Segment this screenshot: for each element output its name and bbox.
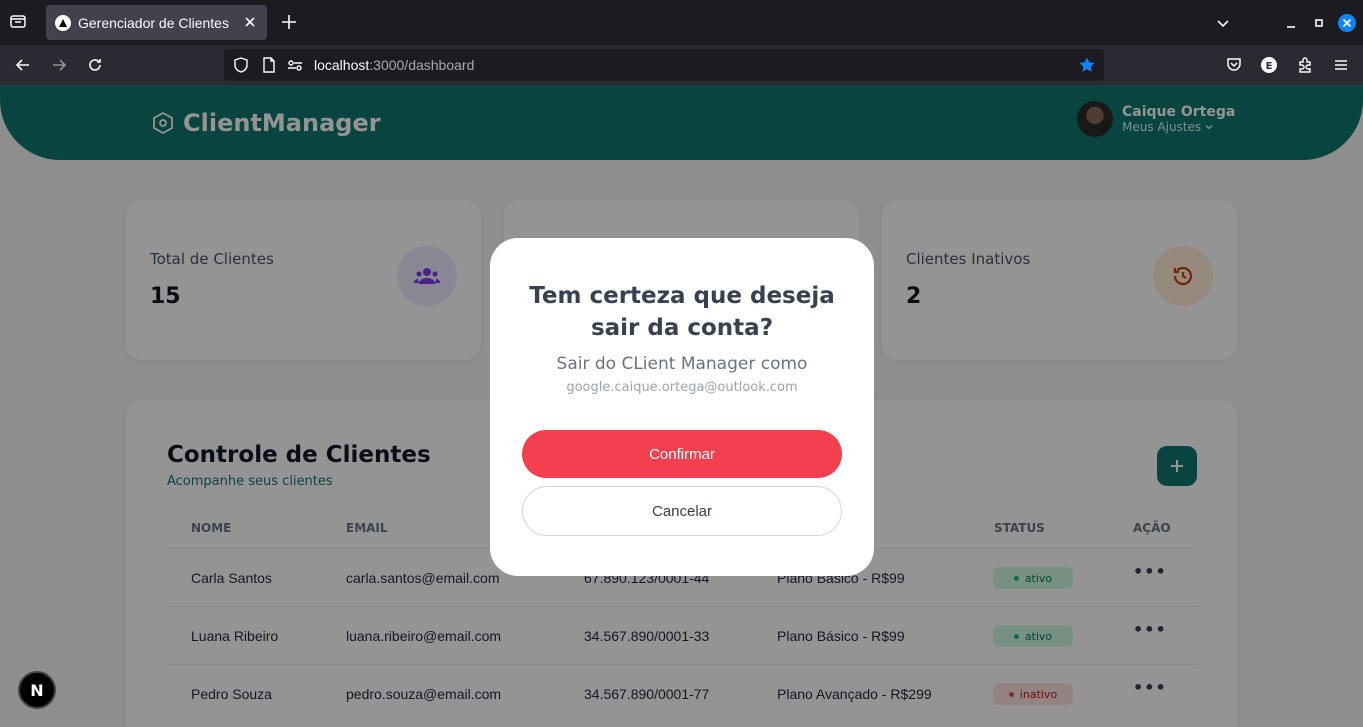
extensions-puzzle-icon[interactable] [1293, 54, 1317, 76]
menu-hamburger-icon[interactable] [1329, 54, 1353, 76]
shield-icon[interactable] [232, 56, 250, 74]
dialog-title: Tem certeza que deseja sair da conta? [529, 283, 835, 341]
tab-overflow-chevron-icon[interactable] [1209, 9, 1237, 37]
forward-icon[interactable] [47, 54, 71, 76]
extension-e-icon[interactable]: E [1257, 54, 1281, 76]
pocket-icon[interactable] [1222, 54, 1246, 76]
browser-navbar: localhost:3000/dashboard E [0, 45, 1363, 85]
svg-text:E: E [1266, 61, 1273, 72]
tab-list-icon[interactable] [8, 11, 30, 33]
tab-title: Gerenciador de Clientes [78, 14, 229, 31]
close-window-icon[interactable] [1333, 9, 1361, 37]
back-icon[interactable] [11, 54, 35, 76]
url-bar[interactable]: localhost:3000/dashboard [224, 49, 1104, 81]
url-text: localhost:3000/dashboard [314, 57, 475, 73]
nextjs-dev-indicator[interactable]: N [18, 671, 56, 709]
browser-tab-active[interactable]: Gerenciador de Clientes [46, 5, 267, 40]
logout-confirm-dialog: Tem certeza que deseja sair da conta? Sa… [490, 238, 874, 576]
new-tab-icon[interactable] [279, 11, 299, 33]
minimize-icon[interactable] [1277, 9, 1305, 37]
reload-icon[interactable] [83, 54, 107, 76]
page-icon[interactable] [260, 56, 278, 74]
permissions-icon[interactable] [286, 56, 304, 74]
confirm-button[interactable]: Confirmar [522, 430, 842, 478]
bookmark-star-icon[interactable] [1078, 56, 1096, 74]
nextjs-favicon-icon [55, 14, 71, 31]
cancel-button[interactable]: Cancelar [522, 486, 842, 536]
dialog-email: google.caique.ortega@outlook.com [566, 380, 798, 395]
browser-tabbar: Gerenciador de Clientes [0, 0, 1363, 45]
maximize-icon[interactable] [1305, 9, 1333, 37]
dialog-message: Sair do CLient Manager como [556, 354, 808, 374]
close-tab-icon[interactable] [241, 13, 259, 31]
